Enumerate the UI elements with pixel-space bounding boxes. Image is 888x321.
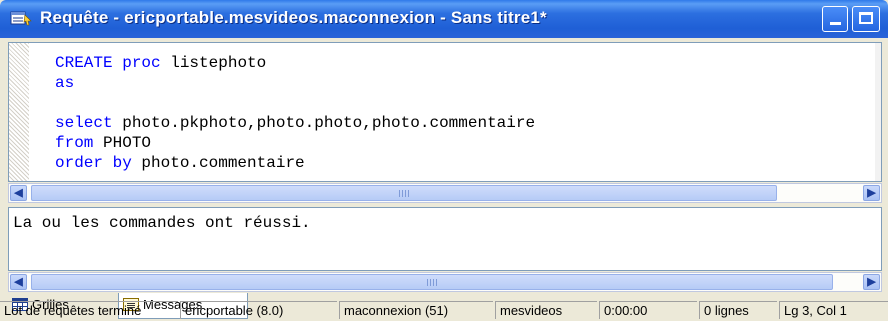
scroll-right-icon[interactable]: ▶: [863, 274, 880, 290]
code-line: CREATE proc listephoto: [55, 53, 535, 73]
sql-keyword: proc: [122, 54, 161, 72]
grip-icon: [399, 190, 409, 197]
editor-gutter: [9, 43, 29, 181]
sql-code[interactable]: CREATE proc listephoto as select photo.pkp…: [55, 53, 535, 173]
title-bar[interactable]: Requête - ericportable.mesvideos.maconne…: [0, 0, 888, 38]
sql-keyword: CREATE: [55, 54, 113, 72]
status-position: Lg 3, Col 1: [779, 301, 888, 319]
sql-text: photo.pkphoto,photo.photo,photo.commenta…: [112, 114, 536, 132]
maximize-button[interactable]: [852, 6, 880, 32]
sql-keyword: select: [55, 114, 113, 132]
result-message: La ou les commandes ont réussi.: [13, 214, 311, 232]
status-batch: Lot de requêtes terminé: [0, 301, 178, 319]
status-bar: Lot de requêtes terminé ericportable (8.…: [0, 300, 888, 320]
grip-icon: [427, 279, 437, 286]
status-server: ericportable (8.0): [180, 301, 337, 319]
minimize-icon: [830, 22, 841, 25]
maximize-icon: [859, 12, 873, 24]
status-rows: 0 lignes: [699, 301, 777, 319]
sql-keyword: from: [55, 134, 94, 152]
status-connection: maconnexion (51): [339, 301, 493, 319]
sql-text: PHOTO: [93, 134, 152, 152]
status-database: mesvideos: [495, 301, 597, 319]
editor-horizontal-scrollbar[interactable]: ◀ ▶: [8, 183, 882, 203]
code-line: order by photo.commentaire: [55, 153, 535, 173]
code-line: as: [55, 73, 535, 93]
scroll-thumb[interactable]: [31, 185, 777, 201]
sql-keyword: order by: [55, 154, 132, 172]
sql-text: listephoto: [160, 54, 267, 72]
scroll-left-icon[interactable]: ◀: [10, 185, 27, 201]
results-pane: La ou les commandes ont réussi.: [8, 207, 882, 271]
query-window-icon: [10, 11, 32, 26]
sql-keyword: as: [55, 74, 75, 92]
scroll-left-icon[interactable]: ◀: [10, 274, 27, 290]
results-horizontal-scrollbar[interactable]: ◀ ▶: [8, 272, 882, 292]
code-line: from PHOTO: [55, 133, 535, 153]
window-title: Requête - ericportable.mesvideos.maconne…: [40, 8, 547, 27]
minimize-button[interactable]: [822, 6, 848, 32]
status-elapsed: 0:00:00: [599, 301, 697, 319]
scroll-right-icon[interactable]: ▶: [863, 185, 880, 201]
sql-editor[interactable]: CREATE proc listephoto as select photo.pkp…: [8, 42, 882, 182]
editor-vertical-scrollbar[interactable]: [875, 43, 881, 181]
sql-text: photo.commentaire: [131, 154, 305, 172]
scroll-thumb[interactable]: [31, 274, 833, 290]
code-line: select photo.pkphoto,photo.photo,photo.c…: [55, 113, 535, 133]
